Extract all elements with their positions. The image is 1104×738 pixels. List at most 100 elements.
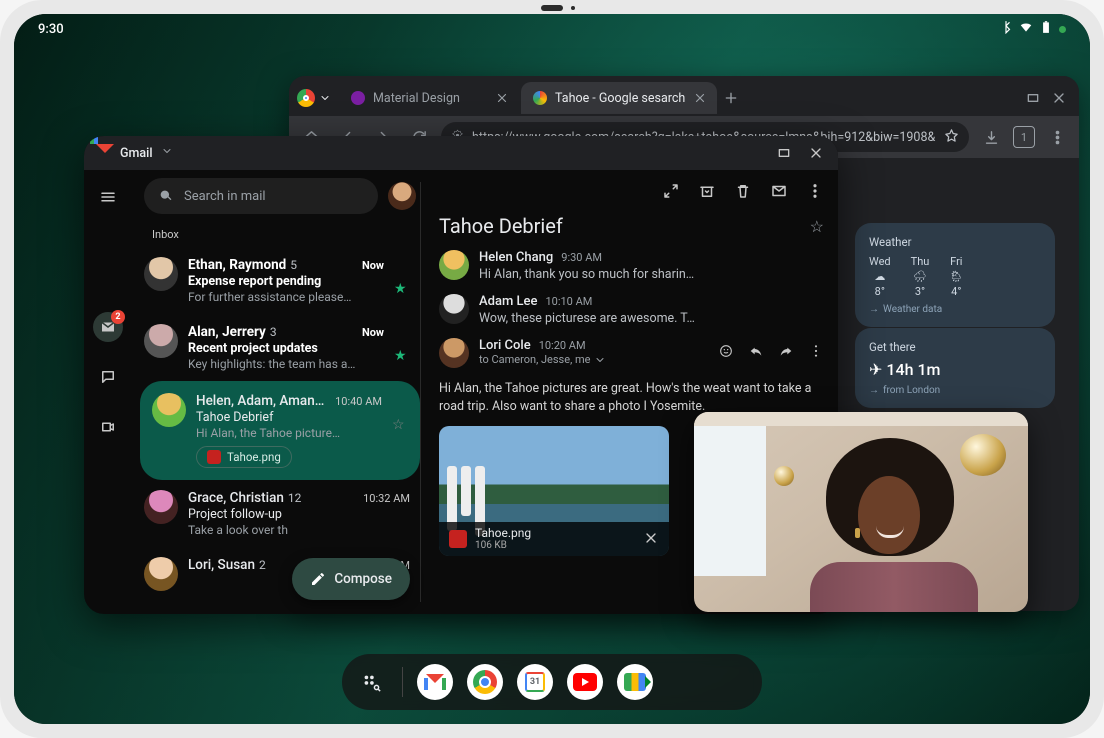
thread-sender: Lori, Susan2 <box>188 557 266 573</box>
thread-item-active[interactable]: Helen, Adam, Amanda410:40 AM Tahoe Debri… <box>140 381 420 480</box>
search-placeholder: Search in mail <box>184 189 266 204</box>
thread-subject: Tahoe Debrief <box>196 410 382 425</box>
get-there-from: →from London <box>869 385 1041 396</box>
thread-item[interactable]: Grace, Christian1210:32 AM Project follo… <box>140 480 420 547</box>
search-input[interactable]: Search in mail <box>144 178 378 214</box>
attachment-preview[interactable]: Tahoe.png 106 KB <box>439 426 669 556</box>
thread-time: 10:40 AM <box>335 395 382 408</box>
reply-icon[interactable] <box>748 343 764 363</box>
star-icon[interactable]: ☆ <box>810 217 824 236</box>
thread-subject: Expense report pending <box>188 274 384 289</box>
thread-snippet: Key highlights: the team has a… <box>188 357 384 371</box>
nav-meet[interactable] <box>93 412 123 442</box>
tab-close-button[interactable] <box>495 91 509 105</box>
taskbar-app-meet[interactable] <box>617 664 653 700</box>
status-bar: 9:30 <box>14 14 1090 44</box>
thread-snippet: For further assistance please… <box>188 290 384 304</box>
chrome-app-menu[interactable] <box>297 89 337 107</box>
image-file-icon <box>207 450 221 464</box>
nav-mail[interactable]: 2 <box>93 312 123 342</box>
compose-button[interactable]: Compose <box>292 558 410 600</box>
archive-icon[interactable] <box>698 182 716 204</box>
thread-snippet: Take a look over th <box>188 523 410 537</box>
wifi-icon <box>1019 20 1033 38</box>
sender-avatar <box>144 257 178 291</box>
taskbar-app-youtube[interactable] <box>567 664 603 700</box>
emoji-react-icon[interactable] <box>718 343 734 363</box>
chevron-down-icon[interactable] <box>161 145 173 161</box>
delete-icon[interactable] <box>734 182 752 204</box>
weather-card[interactable]: Weather Wed☁8° Thu🌧3° Fri🌦4° →Weather da… <box>855 223 1055 327</box>
message-from: Helen Chang9:30 AM <box>479 250 824 265</box>
chevron-down-icon <box>319 92 331 104</box>
message-from: Lori Cole10:20 AM <box>479 338 708 353</box>
email-title: Tahoe Debrief <box>439 214 563 238</box>
favicon-icon <box>351 91 365 105</box>
window-maximize-button[interactable] <box>772 141 796 165</box>
video-call-pip[interactable] <box>694 412 1028 612</box>
overflow-menu-icon[interactable] <box>806 182 824 204</box>
tab-tahoe-search[interactable]: Tahoe - Google sesarch <box>521 82 717 114</box>
sender-avatar <box>144 490 178 524</box>
weather-day: Thu🌧3° <box>911 255 930 298</box>
chevron-down-icon <box>594 354 606 366</box>
thread-list: Search in mail Inbox Ethan, Raymond5Now … <box>132 170 420 614</box>
gmail-titlebar[interactable]: Gmail <box>84 136 838 170</box>
star-icon[interactable]: ☆ <box>392 417 408 468</box>
close-icon[interactable] <box>643 530 659 549</box>
tab-title: Tahoe - Google sesarch <box>555 91 685 106</box>
thread-time: 10:32 AM <box>363 492 410 505</box>
privacy-indicator-dot <box>1059 26 1066 33</box>
weather-more-link[interactable]: →Weather data <box>869 304 1041 315</box>
tab-count-button[interactable]: 1 <box>1013 126 1035 148</box>
get-there-card[interactable]: Get there ✈ 14h 1m →from London <box>855 328 1055 408</box>
attachment-size: 106 KB <box>475 540 531 551</box>
chrome-icon <box>297 89 315 107</box>
window-maximize-button[interactable] <box>1021 86 1045 110</box>
attachment-name: Tahoe.png <box>475 527 531 540</box>
attachment-chip[interactable]: Tahoe.png <box>196 446 292 468</box>
account-avatar[interactable] <box>388 182 416 210</box>
chrome-tabstrip: Material Design Tahoe - Google sesarch <box>289 76 1079 116</box>
star-icon[interactable]: ★ <box>394 348 410 371</box>
thread-sender: Grace, Christian12 <box>188 490 301 506</box>
taskbar[interactable] <box>342 654 762 710</box>
thread-sender: Alan, Jerrery3 <box>188 324 277 340</box>
gmail-app-title: Gmail <box>120 146 153 161</box>
gmail-logo-icon <box>94 144 112 162</box>
tab-close-button[interactable] <box>693 91 707 105</box>
taskbar-app-calendar[interactable] <box>517 664 553 700</box>
lamp-decor <box>774 466 794 486</box>
new-tab-button[interactable] <box>719 86 743 110</box>
overflow-menu-button[interactable] <box>1043 123 1071 151</box>
forward-icon[interactable] <box>778 343 794 363</box>
message-collapsed[interactable]: Adam Lee10:10 AM Wow, these picturese ar… <box>439 294 824 326</box>
search-icon <box>158 188 174 204</box>
window-close-button[interactable] <box>804 141 828 165</box>
nav-chat[interactable] <box>93 362 123 392</box>
window-close-button[interactable] <box>1047 86 1071 110</box>
mark-unread-icon[interactable] <box>770 182 788 204</box>
message-recipients[interactable]: to Cameron, Jesse, me <box>479 353 708 366</box>
expand-icon[interactable] <box>662 182 680 204</box>
gmail-nav-rail: 2 <box>84 170 132 614</box>
travel-duration: 14h 1m <box>886 360 940 379</box>
bookmark-star-icon[interactable] <box>944 128 959 147</box>
home-screen: 9:30 <box>14 14 1090 724</box>
taskbar-app-gmail[interactable] <box>417 664 453 700</box>
tab-material-design[interactable]: Material Design <box>339 82 519 114</box>
sender-avatar <box>144 557 178 591</box>
thread-item[interactable]: Alan, Jerrery3Now Recent project updates… <box>140 314 420 381</box>
thread-time: Now <box>362 326 384 339</box>
app-launcher-button[interactable] <box>354 665 388 699</box>
taskbar-app-chrome[interactable] <box>467 664 503 700</box>
sender-avatar <box>439 250 469 280</box>
message-collapsed[interactable]: Helen Chang9:30 AM Hi Alan, thank you so… <box>439 250 824 282</box>
download-button[interactable] <box>977 123 1005 151</box>
thread-snippet: Hi Alan, the Tahoe picture… <box>196 426 382 440</box>
thread-item[interactable]: Ethan, Raymond5Now Expense report pendin… <box>140 247 420 314</box>
get-there-label: Get there <box>869 340 1041 354</box>
star-icon[interactable]: ★ <box>394 281 410 304</box>
overflow-menu-icon[interactable] <box>808 343 824 363</box>
nav-menu-button[interactable] <box>93 182 123 212</box>
